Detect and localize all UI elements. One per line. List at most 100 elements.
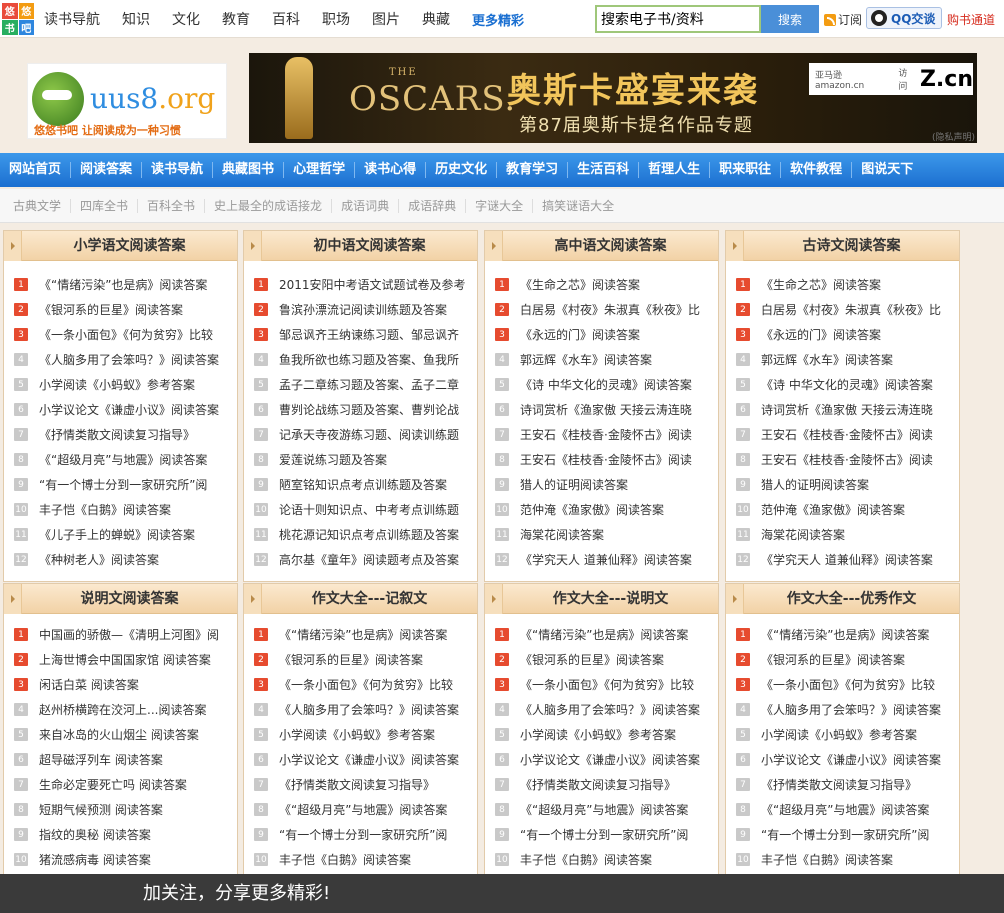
list-item[interactable]: 3 《一条小面包》《何为贫穷》比较 (254, 672, 477, 697)
article-link[interactable]: 《儿子手上的蝉蜕》阅读答案 (39, 526, 195, 543)
search-button[interactable]: 搜索 (761, 5, 819, 33)
main-nav-link[interactable]: 读书心得 (355, 162, 427, 178)
article-link[interactable]: 丰子恺《白鹅》阅读答案 (39, 501, 171, 518)
article-link[interactable]: 《诗 中华文化的灵魂》阅读答案 (761, 376, 933, 393)
list-item[interactable]: 1 《生命之芯》阅读答案 (736, 272, 959, 297)
article-link[interactable]: 2011安阳中考语文试题试卷及参考 (279, 276, 466, 293)
main-nav-link[interactable]: 哲理人生 (639, 162, 711, 178)
box-title[interactable]: 小学语文阅读答案 (22, 231, 237, 261)
top-nav-link[interactable]: 图片 (372, 9, 400, 29)
list-item[interactable]: 5 孟子二章练习题及答案、孟子二章 (254, 372, 477, 397)
list-item[interactable]: 2 《银河系的巨星》阅读答案 (14, 297, 237, 322)
article-link[interactable]: “有一个博士分到一家研究所”阅 (279, 826, 447, 843)
top-nav-link[interactable]: 教育 (222, 9, 250, 29)
article-link[interactable]: 《“超级月亮”与地震》阅读答案 (520, 801, 688, 818)
article-link[interactable]: 猎人的证明阅读答案 (520, 476, 628, 493)
main-nav-link[interactable]: 职来职往 (710, 162, 782, 178)
article-link[interactable]: 《人脑多用了会笨吗？》阅读答案 (39, 351, 219, 368)
list-item[interactable]: 5 来自冰岛的火山烟尘 阅读答案 (14, 722, 237, 747)
article-link[interactable]: 高尔基《童年》阅读题考点及答案 (279, 551, 459, 568)
list-item[interactable]: 6 小学议论文《谦虚小议》阅读答案 (254, 747, 477, 772)
list-item[interactable]: 8 《“超级月亮”与地震》阅读答案 (14, 447, 237, 472)
article-link[interactable]: 《诗 中华文化的灵魂》阅读答案 (520, 376, 692, 393)
article-link[interactable]: 陋室铭知识点考点训练题及答案 (279, 476, 447, 493)
article-link[interactable]: 《生命之芯》阅读答案 (520, 276, 640, 293)
list-item[interactable]: 10 丰子恺《白鹅》阅读答案 (14, 497, 237, 522)
list-item[interactable]: 4 《人脑多用了会笨吗？》阅读答案 (495, 697, 718, 722)
article-link[interactable]: 《银河系的巨星》阅读答案 (520, 651, 664, 668)
article-link[interactable]: 丰子恺《白鹅》阅读答案 (279, 851, 411, 868)
article-link[interactable]: 《一条小面包》《何为贫穷》比较 (520, 676, 694, 693)
sub-nav-link[interactable]: 史上最全的成语接龙 (205, 198, 333, 213)
article-link[interactable]: 《永远的门》阅读答案 (520, 326, 640, 343)
list-item[interactable]: 5 小学阅读《小蚂蚁》参考答案 (495, 722, 718, 747)
list-item[interactable]: 9 “有一个博士分到一家研究所”阅 (254, 822, 477, 847)
box-title[interactable]: 作文大全---记叙文 (262, 584, 477, 614)
article-link[interactable]: 丰子恺《白鹅》阅读答案 (520, 851, 652, 868)
article-link[interactable]: 《一条小面包》《何为贫穷》比较 (39, 326, 213, 343)
top-nav-link[interactable]: 文化 (172, 9, 200, 29)
article-link[interactable]: 小学阅读《小蚂蚁》参考答案 (520, 726, 676, 743)
top-nav-link[interactable]: 百科 (272, 9, 300, 29)
list-item[interactable]: 2 鲁滨孙漂流记阅读训练题及答案 (254, 297, 477, 322)
article-link[interactable]: 海棠花阅读答案 (520, 526, 604, 543)
article-link[interactable]: 小学议论文《谦虚小议》阅读答案 (39, 401, 219, 418)
list-item[interactable]: 5 小学阅读《小蚂蚁》参考答案 (254, 722, 477, 747)
list-item[interactable]: 1 《“情绪污染”也是病》阅读答案 (495, 622, 718, 647)
article-link[interactable]: 鱼我所欲也练习题及答案、鱼我所 (279, 351, 459, 368)
article-link[interactable]: 来自冰岛的火山烟尘 阅读答案 (39, 726, 199, 743)
list-item[interactable]: 2 《银河系的巨星》阅读答案 (495, 647, 718, 672)
article-link[interactable]: 《银河系的巨星》阅读答案 (39, 301, 183, 318)
list-item[interactable]: 8 短期气候预测 阅读答案 (14, 797, 237, 822)
list-item[interactable]: 5 小学阅读《小蚂蚁》参考答案 (14, 372, 237, 397)
privacy-link[interactable]: (隐私声明) (932, 130, 975, 143)
list-item[interactable]: 6 超导磁浮列车 阅读答案 (14, 747, 237, 772)
qq-chat-button[interactable]: QQ交谈 (866, 7, 942, 29)
list-item[interactable]: 4 赵州桥横跨在洨河上...阅读答案 (14, 697, 237, 722)
article-link[interactable]: 《银河系的巨星》阅读答案 (761, 651, 905, 668)
main-nav-link[interactable]: 读书导航 (142, 162, 214, 178)
sub-nav-link[interactable]: 成语词典 (332, 198, 400, 213)
list-item[interactable]: 4 《人脑多用了会笨吗？》阅读答案 (254, 697, 477, 722)
box-title[interactable]: 作文大全---说明文 (503, 584, 718, 614)
follow-footer-bar[interactable]: 加关注，分享更多精彩! (0, 874, 1004, 913)
list-item[interactable]: 5 《诗 中华文化的灵魂》阅读答案 (736, 372, 959, 397)
article-link[interactable]: 论语十则知识点、中考考点训练题 (279, 501, 459, 518)
list-item[interactable]: 8 《“超级月亮”与地震》阅读答案 (736, 797, 959, 822)
box-title[interactable]: 古诗文阅读答案 (744, 231, 959, 261)
list-item[interactable]: 8 王安石《桂枝香·金陵怀古》阅读 (736, 447, 959, 472)
list-item[interactable]: 2 上海世博会中国国家馆 阅读答案 (14, 647, 237, 672)
article-link[interactable]: 小学议论文《谦虚小议》阅读答案 (761, 751, 941, 768)
box-title[interactable]: 初中语文阅读答案 (262, 231, 477, 261)
article-link[interactable]: 《“超级月亮”与地震》阅读答案 (39, 451, 207, 468)
sub-nav-link[interactable]: 百科全书 (138, 198, 206, 213)
list-item[interactable]: 3 《永远的门》阅读答案 (736, 322, 959, 347)
list-item[interactable]: 10 丰子恺《白鹅》阅读答案 (495, 847, 718, 872)
main-nav-link[interactable]: 图说天下 (852, 162, 922, 178)
search-input[interactable] (595, 5, 761, 33)
article-link[interactable]: “有一个博士分到一家研究所”阅 (761, 826, 929, 843)
list-item[interactable]: 9 猎人的证明阅读答案 (736, 472, 959, 497)
list-item[interactable]: 1 《“情绪污染”也是病》阅读答案 (254, 622, 477, 647)
sub-nav-link[interactable]: 成语辞典 (399, 198, 467, 213)
article-link[interactable]: 范仲淹《渔家傲》阅读答案 (761, 501, 905, 518)
list-item[interactable]: 11 桃花源记知识点考点训练题及答案 (254, 522, 477, 547)
list-item[interactable]: 8 《“超级月亮”与地震》阅读答案 (495, 797, 718, 822)
article-link[interactable]: “有一个博士分到一家研究所”阅 (520, 826, 688, 843)
list-item[interactable]: 7 王安石《桂枝香·金陵怀古》阅读 (495, 422, 718, 447)
main-nav-link[interactable]: 教育学习 (497, 162, 569, 178)
article-link[interactable]: 《永远的门》阅读答案 (761, 326, 881, 343)
list-item[interactable]: 12 高尔基《童年》阅读题考点及答案 (254, 547, 477, 572)
top-nav-link[interactable]: 知识 (122, 9, 150, 29)
main-nav-link[interactable]: 网站首页 (0, 162, 72, 178)
article-link[interactable]: 王安石《桂枝香·金陵怀古》阅读 (761, 451, 933, 468)
article-link[interactable]: 小学阅读《小蚂蚁》参考答案 (39, 376, 195, 393)
article-link[interactable]: 猪流感病毒 阅读答案 (39, 851, 151, 868)
list-item[interactable]: 3 《一条小面包》《何为贫穷》比较 (495, 672, 718, 697)
list-item[interactable]: 4 《人脑多用了会笨吗？》阅读答案 (736, 697, 959, 722)
list-item[interactable]: 3 邹忌讽齐王纳谏练习题、邹忌讽齐 (254, 322, 477, 347)
article-link[interactable]: 范仲淹《渔家傲》阅读答案 (520, 501, 664, 518)
list-item[interactable]: 2 白居易《村夜》朱淑真《秋夜》比 (736, 297, 959, 322)
mini-logo[interactable]: 悠 悠 书 吧 (2, 3, 34, 35)
article-link[interactable]: 《人脑多用了会笨吗？》阅读答案 (520, 701, 700, 718)
